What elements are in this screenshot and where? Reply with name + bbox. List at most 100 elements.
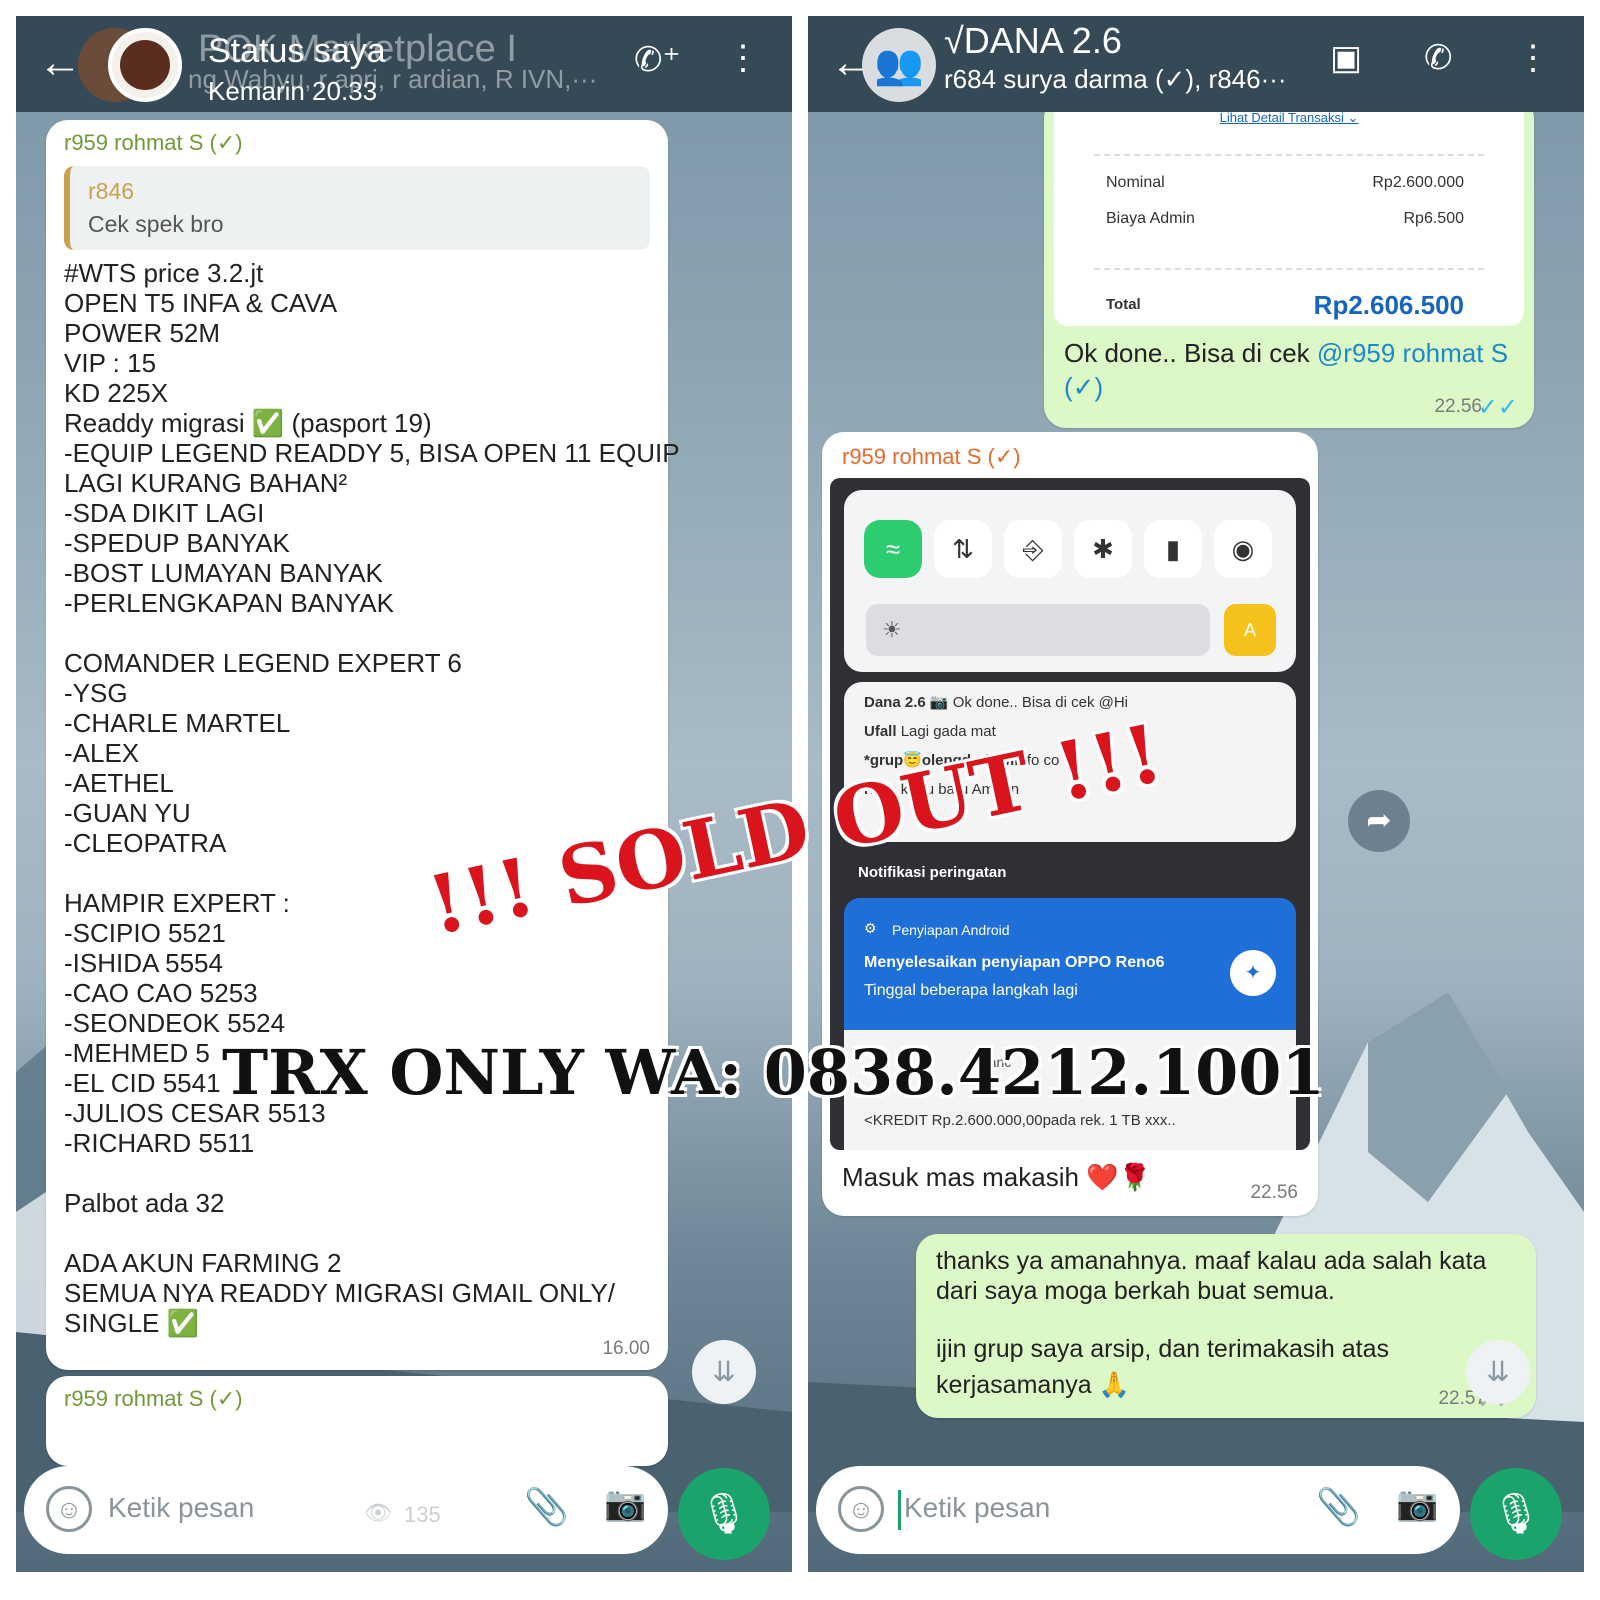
message-line: -ALEX (64, 738, 140, 768)
message-time: 22.56 (1250, 1182, 1298, 1203)
message-input[interactable]: Ketik pesan (904, 1492, 1050, 1524)
mic-button[interactable]: 🎙 (1470, 1468, 1562, 1560)
warning-notifications-label: Notifikasi peringatan (858, 864, 1007, 881)
chat-header: ← 👥 √DANA 2.6 r684 surya darma (✓), r846… (808, 16, 1584, 112)
message-line: -CAO CAO 5253 (64, 978, 258, 1008)
camera-icon[interactable]: 📷 (1396, 1484, 1438, 1524)
message-line: -RICHARD 5511 (64, 1128, 255, 1158)
message-line: -CHARLE MARTEL (64, 708, 291, 738)
message-line: SEMUA NYA READDY MIGRASI GMAIL ONLY/ (64, 1278, 615, 1308)
bank-credit-text: <KREDIT Rp.2.600.000,00pada rek. 1 TB xx… (864, 1112, 1176, 1129)
wifi-icon: ≈ (864, 520, 922, 578)
status-time: Kemarin 20.33 (208, 76, 378, 106)
status-avatar[interactable] (108, 28, 182, 102)
message-line (64, 1158, 650, 1188)
message-line: -PERLENGKAPAN BANYAK (64, 588, 394, 618)
android-setup-label: Penyiapan Android (892, 922, 1010, 938)
message-line: VIP : 15 (64, 348, 157, 378)
thanks-line-3: ijin grup saya arsip, dan terimakasih at… (936, 1335, 1390, 1363)
next-message-bubble[interactable]: r959 rohmat S (✓) (46, 1376, 668, 1466)
page-title: √DANA 2.6 (944, 20, 1122, 61)
total-label: Total (1106, 296, 1141, 313)
more-menu-icon[interactable]: ⋮ (726, 38, 760, 78)
notification-sender: Dana 2.6 (864, 694, 926, 711)
thanks-message-bubble[interactable]: thanks ya amanahnya. maaf kalau ada sala… (916, 1234, 1536, 1418)
data-icon: ⇅ (934, 520, 992, 578)
views-count: 135 (404, 1502, 441, 1527)
scroll-down-icon[interactable]: ⇊ (692, 1340, 756, 1404)
message-line: ADA AKUN FARMING 2 (64, 1248, 342, 1278)
quoted-reply[interactable]: r846 Cek spek bro (64, 166, 650, 250)
left-chat-screenshot: ← POK Marketplace I Status saya ng Wahyu… (16, 16, 792, 1572)
message-line: -SPEDUP BANYAK (64, 528, 290, 558)
voice-call-icon[interactable]: ✆ (1424, 38, 1453, 78)
android-setup-notification: ⚙ Penyiapan Android Menyelesaikan penyia… (844, 898, 1296, 1030)
thanks-line-1: thanks ya amanahnya. maaf kalau ada sala… (936, 1247, 1487, 1275)
flashlight-icon: ▮ (1144, 520, 1202, 578)
message-line: -BOST LUMAYAN BANYAK (64, 558, 383, 588)
auto-brightness-button: A (1224, 604, 1276, 656)
receipt-divider (1094, 154, 1484, 156)
more-menu-icon[interactable]: ⋮ (1516, 38, 1550, 78)
emoji-icon[interactable]: ☺ (46, 1486, 92, 1532)
forward-icon[interactable]: ➦ (1348, 790, 1410, 852)
quoted-text: Cek spek bro (88, 211, 224, 237)
message-line: -YSG (64, 678, 128, 708)
android-setup-title: Menyelesaikan penyiapan OPPO Reno6 (864, 954, 1165, 971)
contact-watermark: TRX ONLY WA: 0838.4212.1001 (222, 1036, 1325, 1109)
message-time: 22.56 (1434, 396, 1482, 417)
message-line: KD 225X (64, 378, 169, 408)
message-line: -GUAN YU (64, 798, 191, 828)
mention-link[interactable]: @r959 rohmat S (1317, 338, 1508, 368)
receipt-row-label: Biaya Admin (1106, 210, 1195, 227)
notification-text: Lagi gada mat (900, 723, 996, 740)
message-body: #WTS price 3.2.jt OPEN T5 INFA & CAVA POWE… (64, 258, 680, 1338)
receipt-message-bubble[interactable]: Lihat Detail Transaksi ⌄ Nominal Rp2.600.… (1044, 96, 1534, 428)
brightness-slider: ☀ (866, 604, 1210, 656)
message-line: POWER 52M (64, 318, 221, 348)
message-line: SINGLE ✅ (64, 1308, 199, 1338)
group-members: r684 surya darma (✓), r846··· (944, 64, 1287, 94)
receipt-image[interactable]: Lihat Detail Transaksi ⌄ Nominal Rp2.600.… (1054, 96, 1524, 326)
attach-icon[interactable]: 📎 (524, 1486, 569, 1528)
video-call-icon[interactable]: ▣ (1330, 38, 1362, 78)
attach-icon[interactable]: 📎 (1316, 1486, 1361, 1528)
add-call-icon[interactable]: ✆⁺ (634, 40, 680, 80)
message-text: Masuk mas makasih ❤️🌹 (842, 1162, 1151, 1192)
scroll-down-icon[interactable]: ⇊ (1466, 1340, 1530, 1404)
total-value: Rp2.606.500 (1313, 290, 1464, 320)
bell-icon: ⎆ (1004, 520, 1062, 578)
quoted-sender: r846 (88, 178, 135, 204)
mention-link-suffix[interactable]: (✓) (1064, 372, 1103, 402)
message-line (64, 1218, 650, 1248)
message-input-bar[interactable]: ☺ Ketik pesan 📎 📷 (816, 1466, 1460, 1554)
message-text-main: Ok done.. Bisa di cek (1064, 338, 1317, 368)
receipt-row-value: Rp6.500 (1403, 210, 1465, 227)
bluetooth-icon: ✱ (1074, 520, 1132, 578)
android-setup-subtitle: Tinggal beberapa langkah lagi (864, 982, 1078, 999)
emoji-icon[interactable]: ☺ (838, 1486, 884, 1532)
group-avatar-icon[interactable]: 👥 (862, 28, 936, 102)
notification-text: 📷 Ok done.. Bisa di cek @Hi (929, 694, 1129, 711)
message-line: Readdy migrasi ✅ (pasport 19) (64, 408, 432, 438)
gear-icon: ⚙ (864, 920, 877, 936)
mic-button[interactable]: 🎙 (678, 1468, 770, 1560)
chat-header: ← POK Marketplace I Status saya ng Wahyu… (16, 16, 792, 112)
sale-message-bubble[interactable]: r959 rohmat S (✓) r846 Cek spek bro #WTS… (46, 120, 680, 1370)
camera-icon[interactable]: 📷 (604, 1484, 646, 1524)
message-text: Ok done.. Bisa di cek @r959 rohmat S (✓) (1064, 336, 1524, 404)
message-line: -SDA DIKIT LAGI (64, 498, 265, 528)
hotspot-icon: ◉ (1214, 520, 1272, 578)
message-time: 16.00 (602, 1338, 650, 1359)
receipt-row: Biaya Admin Rp6.500 (1106, 210, 1464, 228)
message-input[interactable]: Ketik pesan (108, 1492, 254, 1524)
message-line: OPEN T5 INFA & CAVA (64, 288, 338, 318)
message-input-bar[interactable]: ☺ Ketik pesan 👁 135 📎 📷 (24, 1466, 668, 1554)
message-line (64, 618, 650, 648)
message-line: #WTS price 3.2.jt (64, 258, 264, 288)
receipt-row-label: Nominal (1106, 174, 1165, 191)
magic-wand-icon: ✦ (1230, 950, 1276, 996)
message-line: -ISHIDA 5554 (64, 948, 223, 978)
message-line: -SEONDEOK 5524 (64, 1008, 286, 1038)
detail-transaction-link[interactable]: Lihat Detail Transaksi ⌄ (1054, 110, 1524, 126)
